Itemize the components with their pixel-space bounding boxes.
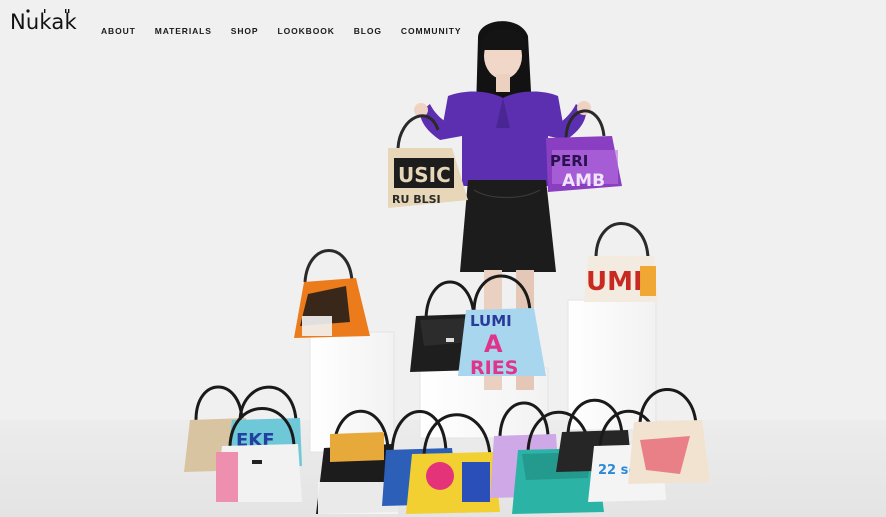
nav-link-about[interactable]: ABOUT: [101, 25, 136, 37]
hero-image: USIC RU BLSI PERI AMB UMI LUMI A RIES EK…: [0, 0, 886, 517]
bag-print-text: RU BLSI: [392, 193, 441, 206]
bag-print-text: RIES: [470, 357, 518, 379]
bag-print-text: AMB: [562, 171, 605, 191]
bag-print-text: A: [484, 330, 503, 358]
site-header: Nukak ABOUT MATERIALS SHOP LOOKBOOK BLOG…: [0, 0, 886, 60]
hero-scene: USIC RU BLSI PERI AMB UMI LUMI A RIES EK…: [0, 0, 886, 517]
nav-link-materials[interactable]: MATERIALS: [155, 25, 212, 37]
bag-print-text: LUMI: [470, 312, 512, 330]
bag-print-text: PERI: [550, 152, 588, 170]
logo-accent-marks: [26, 9, 70, 13]
bag-print-text: USIC: [398, 163, 451, 187]
main-nav: ABOUT MATERIALS SHOP LOOKBOOK BLOG COMMU…: [101, 25, 480, 37]
brand-logo[interactable]: Nukak: [10, 9, 77, 33]
nav-link-community[interactable]: COMMUNITY: [401, 25, 462, 37]
nav-link-blog[interactable]: BLOG: [354, 25, 382, 37]
nav-link-shop[interactable]: SHOP: [231, 25, 259, 37]
bag-print-text: UMI: [586, 267, 643, 297]
nav-link-lookbook[interactable]: LOOKBOOK: [278, 25, 335, 37]
